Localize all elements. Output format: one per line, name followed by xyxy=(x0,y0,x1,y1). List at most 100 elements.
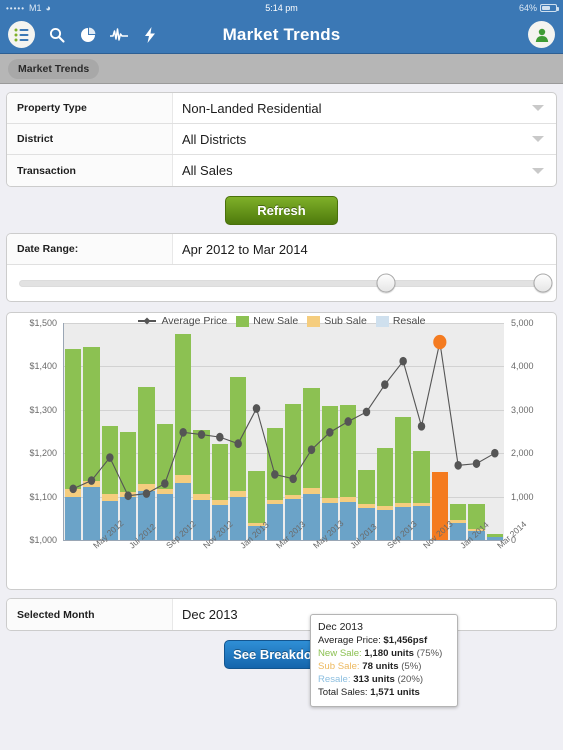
legend-swatch-new-sale xyxy=(236,315,250,327)
chart-tooltip: Dec 2013 Average Price: $1,456psf New Sa… xyxy=(310,614,458,707)
filters-card: Property Type Non-Landed Residential Dis… xyxy=(6,92,557,187)
tooltip-resale: Resale: 313 units (20%) xyxy=(318,674,450,687)
average-price-point xyxy=(399,356,407,366)
legend-label-sub-sale: Sub Sale xyxy=(324,315,367,327)
legend-label-resale: Resale xyxy=(392,315,426,327)
tooltip-total-sales: Total Sales: 1,571 units xyxy=(318,687,450,700)
average-price-polyline xyxy=(73,342,495,496)
filter-label-property-type: Property Type xyxy=(7,93,173,123)
date-range-label: Date Range: xyxy=(7,234,173,264)
average-price-point xyxy=(179,428,187,437)
line-marker-icon xyxy=(138,317,157,325)
refresh-button[interactable]: Refresh xyxy=(225,196,338,225)
chevron-down-icon xyxy=(532,105,544,111)
date-range-slider-row xyxy=(7,265,556,301)
legend-label-new-sale: New Sale xyxy=(253,315,299,327)
tooltip-new-sale-pct: (75%) xyxy=(416,648,443,660)
average-price-point xyxy=(344,417,352,426)
tooltip-new-sale-value: 1,180 units xyxy=(364,648,414,660)
filter-row-transaction[interactable]: Transaction All Sales xyxy=(7,155,556,186)
breadcrumb: Market Trends xyxy=(0,54,563,84)
average-price-point xyxy=(307,445,316,455)
battery-icon xyxy=(540,4,559,12)
filter-value-transaction: All Sales xyxy=(182,163,233,178)
tooltip-resale-value: 313 units xyxy=(353,673,395,685)
filter-value-property-type: Non-Landed Residential xyxy=(182,100,322,116)
filter-row-district[interactable]: District All Districts xyxy=(7,124,556,155)
selected-month-row: Selected Month Dec 2013 xyxy=(7,599,556,630)
average-price-line xyxy=(69,334,499,501)
average-price-point xyxy=(326,428,334,437)
user-avatar-icon xyxy=(528,21,555,48)
tooltip-resale-label: Resale: xyxy=(318,673,351,685)
legend-item-average-price[interactable]: Average Price xyxy=(137,315,227,327)
status-bar: ••••• M1 ◕ 5:14 pm 64% xyxy=(0,0,563,16)
tooltip-new-sale: New Sale: 1,180 units (75%) xyxy=(318,648,450,661)
slider-handle-right[interactable] xyxy=(533,273,553,293)
tooltip-sub-sale-pct: (5%) xyxy=(401,661,422,673)
activity-pulse-icon[interactable] xyxy=(110,26,128,44)
date-range-slider[interactable] xyxy=(19,273,553,293)
tooltip-resale-pct: (20%) xyxy=(397,673,424,685)
tooltip-total-value: 1,571 units xyxy=(370,686,420,698)
date-range-row: Date Range: Apr 2012 to Mar 2014 xyxy=(7,234,556,265)
pie-chart-icon[interactable] xyxy=(79,26,97,44)
legend-item-resale[interactable]: Resale xyxy=(375,315,426,327)
list-menu-icon[interactable] xyxy=(8,21,35,48)
filter-label-district: District xyxy=(7,124,173,154)
slider-handle-left[interactable] xyxy=(376,273,396,293)
average-price-point xyxy=(433,334,447,350)
filter-row-property-type[interactable]: Property Type Non-Landed Residential xyxy=(7,93,556,124)
tooltip-total-label: Total Sales: xyxy=(318,686,368,698)
average-price-point xyxy=(454,461,462,470)
date-range-card: Date Range: Apr 2012 to Mar 2014 xyxy=(6,233,557,302)
y-tick-left: $1,400 xyxy=(29,361,57,372)
legend-item-new-sale[interactable]: New Sale xyxy=(236,315,298,327)
search-icon[interactable] xyxy=(48,26,66,44)
average-price-point xyxy=(234,439,242,448)
market-trends-chart: Average Price New Sale Sub Sale Resale $… xyxy=(6,312,557,707)
y-tick-left: $1,100 xyxy=(29,491,57,502)
average-price-point xyxy=(124,491,132,501)
legend-label-average-price: Average Price xyxy=(161,315,228,327)
average-price-point xyxy=(87,476,96,485)
tooltip-month: Dec 2013 xyxy=(318,621,363,633)
tooltip-average-price: Average Price: $1,456psf xyxy=(318,635,450,648)
legend-swatch-sub-sale xyxy=(307,315,321,327)
average-price-point xyxy=(271,470,279,479)
average-price-point xyxy=(472,459,481,468)
filter-label-transaction: Transaction xyxy=(7,155,173,186)
date-range-value: Apr 2012 to Mar 2014 xyxy=(182,241,308,257)
y-tick-right: 3,000 xyxy=(511,404,534,415)
nav-bar: Market Trends xyxy=(0,16,563,54)
nav-icon-group xyxy=(8,21,159,48)
chart-plot-area[interactable]: $1,000 $1,100 $1,200 $1,300 $1,400 $1,500 0 1,… xyxy=(29,318,533,545)
chart-legend: Average Price New Sale Sub Sale Resale xyxy=(7,315,556,327)
average-price-point xyxy=(197,430,206,439)
tooltip-sub-sale: Sub Sale: 78 units (5%) xyxy=(318,661,450,674)
lightning-bolt-icon[interactable] xyxy=(141,26,159,44)
refresh-button-wrap: Refresh xyxy=(0,196,563,225)
average-price-point xyxy=(69,484,77,494)
y-tick-left: $1,000 xyxy=(29,535,57,545)
y-tick-right: 1,000 xyxy=(511,491,534,502)
breadcrumb-item-market-trends[interactable]: Market Trends xyxy=(8,58,100,79)
tooltip-sub-sale-label: Sub Sale: xyxy=(318,661,360,673)
status-time: 5:14 pm xyxy=(265,3,298,13)
chart-x-axis: May 2012 Jul 2012 Sep 2012 Nov 2012 Jan 2013… xyxy=(63,518,529,589)
filter-value-district: All Districts xyxy=(182,131,247,147)
y-tick-right: 4,000 xyxy=(511,361,534,372)
average-price-point xyxy=(252,404,261,413)
y-tick-right: 2,000 xyxy=(511,448,534,459)
tooltip-new-sale-label: New Sale: xyxy=(318,648,362,660)
breakdown-button-wrap: See Breakdown xyxy=(0,640,563,669)
tooltip-sub-sale-value: 78 units xyxy=(362,661,399,673)
battery-percent-label: 64% xyxy=(518,3,537,13)
legend-item-sub-sale[interactable]: Sub Sale xyxy=(307,315,367,327)
avatar[interactable] xyxy=(528,21,555,48)
average-price-point xyxy=(362,407,371,417)
y-tick-left: $1,200 xyxy=(29,448,57,459)
average-price-point xyxy=(106,453,114,462)
selected-month-card: Selected Month Dec 2013 xyxy=(6,598,557,631)
chevron-down-icon xyxy=(532,136,544,142)
